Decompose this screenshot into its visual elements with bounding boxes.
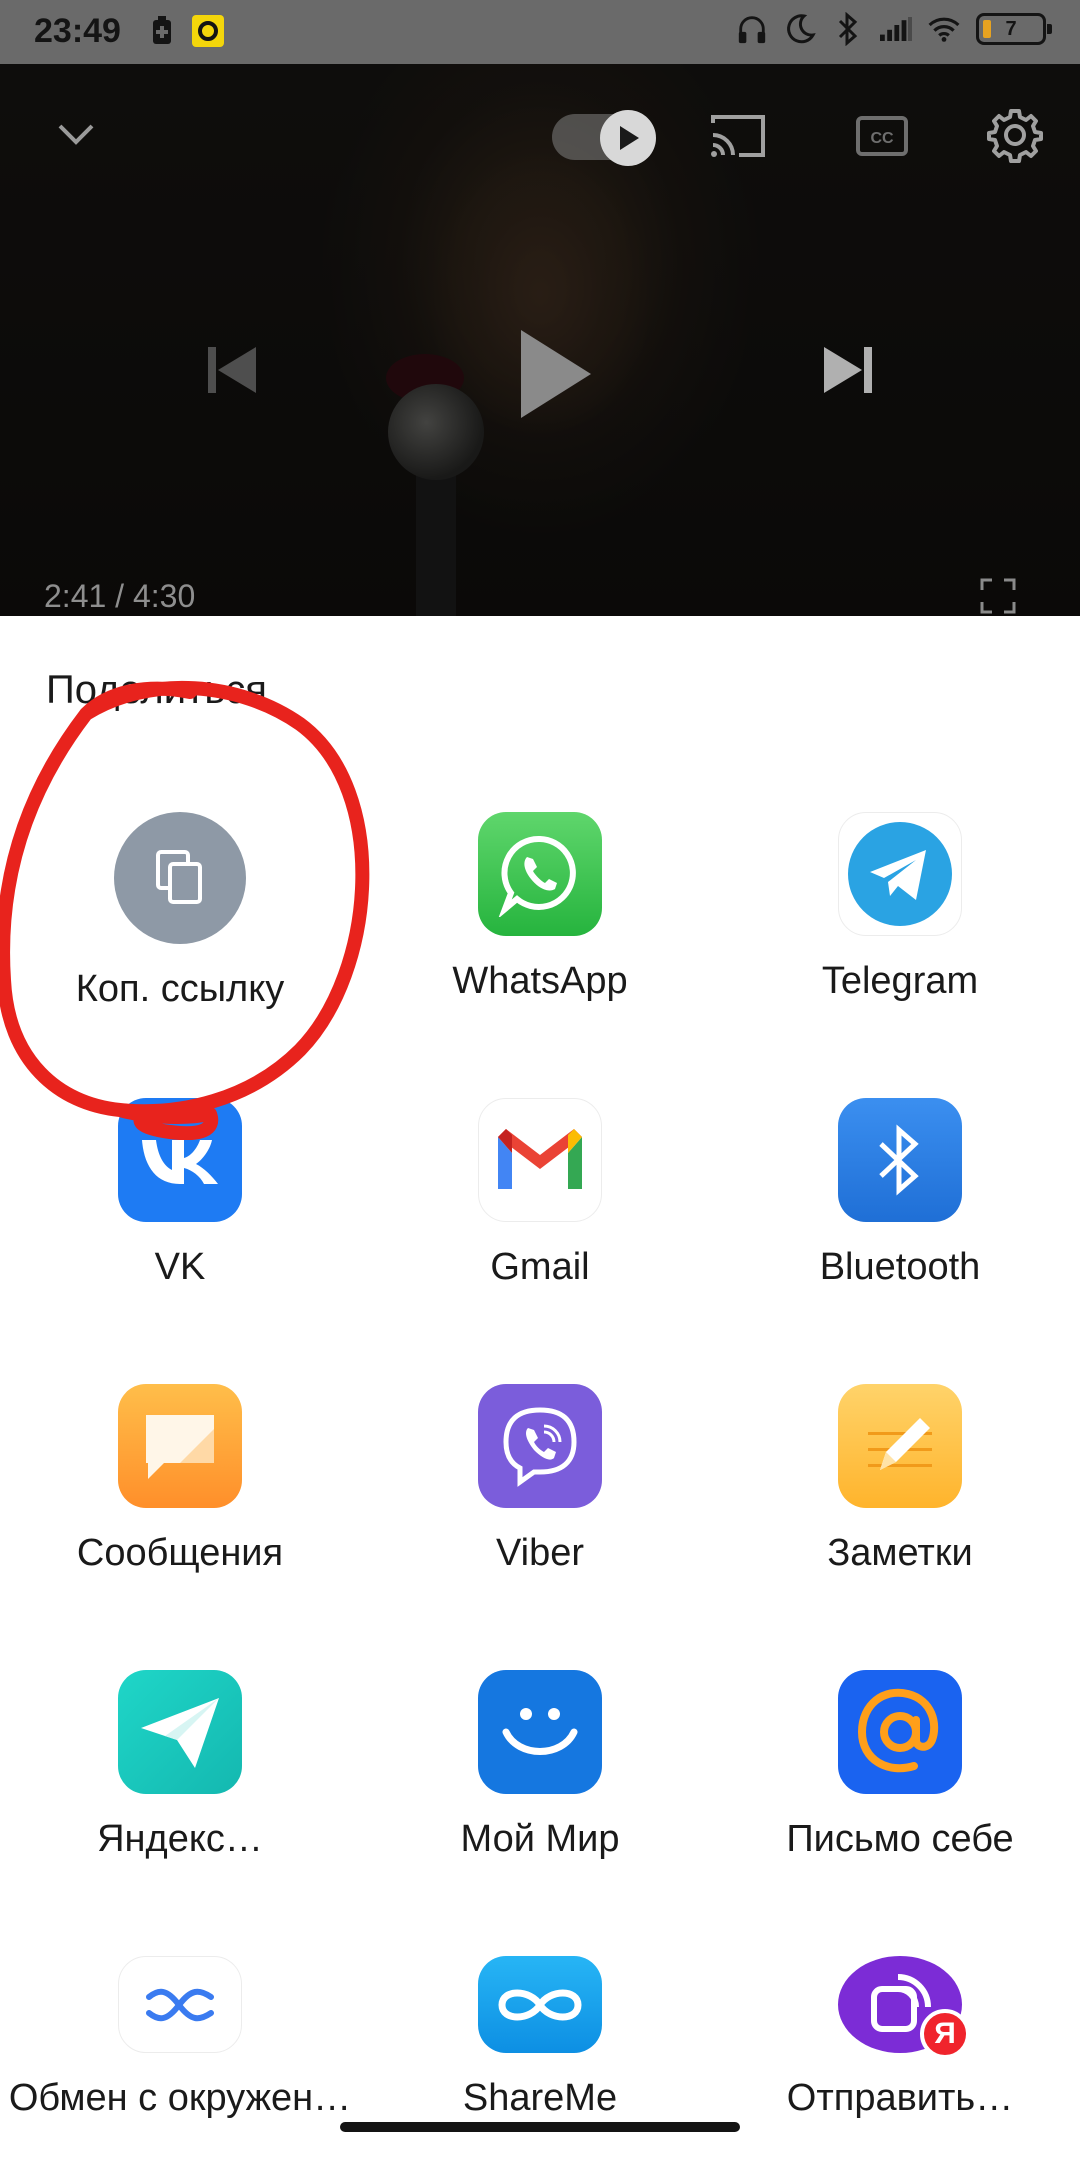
copy-link-icon xyxy=(114,812,246,944)
share-target-label: Gmail xyxy=(490,1246,590,1288)
autoplay-knob xyxy=(600,110,656,166)
share-target-telegram[interactable]: Telegram xyxy=(720,812,1080,1012)
status-right-icons: 7 xyxy=(736,12,1052,46)
autoplay-toggle[interactable] xyxy=(552,110,656,166)
yandex-icon xyxy=(118,1670,242,1794)
collapse-icon[interactable] xyxy=(44,102,108,166)
moi-mir-icon xyxy=(478,1670,602,1794)
messages-icon xyxy=(118,1384,242,1508)
status-bar: 23:49 7 xyxy=(0,0,1080,64)
cast-icon[interactable] xyxy=(706,104,770,168)
share-target-label: Письмо себе xyxy=(786,1818,1014,1860)
battery-icon: 7 xyxy=(976,13,1052,45)
headphones-icon xyxy=(736,12,768,46)
yandex-badge-icon: Я xyxy=(920,2009,970,2059)
viber-icon xyxy=(478,1384,602,1508)
video-player[interactable]: CC 2:41 / 4:30 xyxy=(0,64,1080,616)
share-target-label: Telegram xyxy=(821,960,979,1002)
whatsapp-icon xyxy=(478,812,602,936)
share-target-label: WhatsApp xyxy=(452,960,628,1002)
share-target-vk[interactable]: VK xyxy=(0,1098,360,1298)
share-sheet: Поделиться Коп. ссылку WhatsApp Telegram… xyxy=(0,616,1080,2160)
mail-to-self-icon xyxy=(838,1670,962,1794)
share-target-whatsapp[interactable]: WhatsApp xyxy=(360,812,720,1012)
share-target-nearby[interactable]: Обмен с окружен… xyxy=(0,1956,360,2120)
home-indicator[interactable] xyxy=(340,2122,740,2132)
share-target-mail-to-self[interactable]: Письмо себе xyxy=(720,1670,1080,1870)
share-target-moi-mir[interactable]: Мой Мир xyxy=(360,1670,720,1870)
share-target-bluetooth[interactable]: Bluetooth xyxy=(720,1098,1080,1298)
do-not-disturb-icon xyxy=(784,12,816,46)
share-target-label: Заметки xyxy=(827,1532,973,1574)
share-target-notes[interactable]: Заметки xyxy=(720,1384,1080,1584)
share-target-copy-link[interactable]: Коп. ссылку xyxy=(0,812,360,1012)
share-target-messages[interactable]: Сообщения xyxy=(0,1384,360,1584)
settings-icon[interactable] xyxy=(980,100,1050,170)
share-target-label: ShareMe xyxy=(462,2077,618,2119)
share-sheet-title: Поделиться xyxy=(46,668,267,712)
captions-icon[interactable]: CC xyxy=(850,104,914,168)
gmail-icon xyxy=(478,1098,602,1222)
send-icon: Я xyxy=(838,1956,970,2059)
recorder-icon xyxy=(192,14,224,48)
share-target-shareme[interactable]: ShareMe xyxy=(360,1956,720,2120)
play-icon[interactable] xyxy=(500,314,610,434)
shareme-icon xyxy=(478,1956,602,2053)
share-target-label: Яндекс… xyxy=(97,1818,263,1860)
telegram-icon xyxy=(838,812,962,936)
share-target-label: Viber xyxy=(495,1532,585,1574)
battery-saver-icon xyxy=(146,14,178,48)
fullscreen-icon[interactable] xyxy=(976,574,1020,616)
previous-icon[interactable] xyxy=(196,334,268,406)
share-target-label: Мой Мир xyxy=(460,1818,620,1860)
bluetooth-icon xyxy=(832,12,864,46)
share-target-label: Сообщения xyxy=(76,1532,284,1574)
share-target-yandex[interactable]: Яндекс… xyxy=(0,1670,360,1870)
bluetooth-icon xyxy=(838,1098,962,1222)
share-target-gmail[interactable]: Gmail xyxy=(360,1098,720,1298)
battery-level: 7 xyxy=(1005,17,1017,40)
signal-icon xyxy=(880,12,912,46)
share-target-send[interactable]: Я Отправить… xyxy=(720,1956,1080,2120)
share-target-label: Коп. ссылку xyxy=(75,968,285,1010)
playback-time: 2:41 / 4:30 xyxy=(44,578,196,614)
nearby-share-icon xyxy=(118,1956,242,2053)
notes-icon xyxy=(838,1384,962,1508)
share-target-label: Обмен с окружен… xyxy=(8,2077,352,2119)
share-target-label: Отправить… xyxy=(786,2077,1014,2119)
vk-icon xyxy=(118,1098,242,1222)
share-target-viber[interactable]: Viber xyxy=(360,1384,720,1584)
share-target-label: VK xyxy=(154,1246,206,1288)
status-left-icons xyxy=(146,14,224,48)
next-icon[interactable] xyxy=(812,334,884,406)
status-time: 23:49 xyxy=(34,12,121,50)
wifi-icon xyxy=(928,12,960,46)
share-target-label: Bluetooth xyxy=(819,1246,981,1288)
svg-text:CC: CC xyxy=(870,130,894,147)
